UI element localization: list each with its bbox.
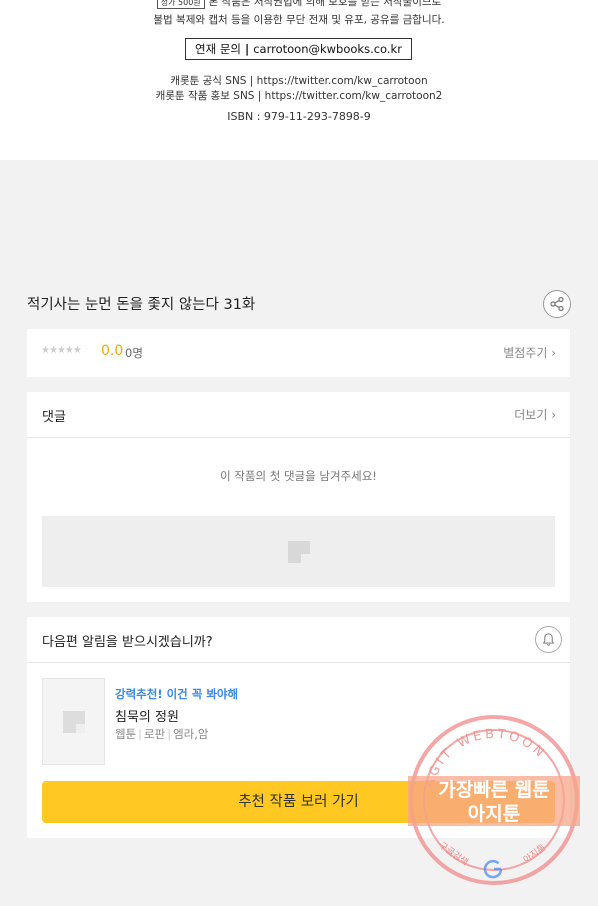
google-g-icon: [483, 859, 503, 879]
watermark-bottom-left: 구글검색: [437, 839, 471, 868]
recommended-title[interactable]: 침묵의 정원: [115, 706, 179, 725]
comments-more-button[interactable]: 더보기 ›: [514, 406, 556, 423]
comment-input[interactable]: [42, 516, 555, 587]
notify-card: 다음편 알림을 받으시겠습니까? 강력추천! 이건 꼭 봐야해 침묵의 정원 웹…: [27, 617, 570, 838]
episode-title: 적기사는 눈먼 돈을 좇지 않는다 31화: [27, 297, 256, 313]
contact-label: 연재 문의: [195, 42, 242, 56]
bell-icon: [543, 633, 554, 646]
comments-card: 댓글 더보기 › 이 작품의 첫 댓글을 남겨주세요!: [27, 392, 570, 602]
recommended-thumbnail[interactable]: [42, 678, 105, 765]
copyright-line-1: 정가 500원 본 작품은 저작권법에 의해 보호를 받는 저작물이므로: [0, 0, 598, 9]
share-icon: [550, 296, 564, 312]
sns-promo[interactable]: 캐롯툰 작품 홍보 SNS | https://twitter.com/kw_c…: [0, 88, 598, 103]
tag: 엠라,암: [173, 727, 209, 741]
rating-card: ★★★★★ 0.0 0명 별점주기 ›: [27, 329, 570, 377]
recommended-tags: 웹툰 | 로판 | 엠라,암: [115, 727, 209, 741]
tag: 웹툰: [115, 727, 137, 741]
comments-title: 댓글: [42, 410, 66, 425]
copyright-text-1: 본 작품은 저작권법에 의해 보호를 받는 저작물이므로: [208, 0, 442, 8]
price-badge: 정가 500원: [156, 0, 205, 9]
rating-count: 0명: [125, 346, 143, 360]
sns-official[interactable]: 캐롯툰 공식 SNS | https://twitter.com/kw_carr…: [0, 73, 598, 88]
comments-header: 댓글 더보기 ›: [27, 392, 570, 438]
rate-button[interactable]: 별점주기 ›: [503, 344, 556, 361]
notify-question: 다음편 알림을 받으시겠습니까?: [42, 635, 213, 650]
isbn: ISBN : 979-11-293-7898-9: [227, 110, 371, 123]
notify-header: 다음편 알림을 받으시겠습니까?: [27, 617, 570, 663]
contact-box: 연재 문의 | carrotoon@kwbooks.co.kr: [185, 38, 412, 60]
go-recommended-button[interactable]: 추천 작품 보러 가기: [42, 781, 555, 823]
tag: 로판: [144, 727, 166, 741]
rating-score: 0.0: [101, 343, 124, 359]
notify-bell-button[interactable]: [535, 626, 562, 653]
copyright-notice: 정가 500원 본 작품은 저작권법에 의해 보호를 받는 저작물이므로 불법 복…: [0, 0, 598, 160]
contact-email[interactable]: carrotoon@kwbooks.co.kr: [253, 42, 402, 56]
empty-comments-message: 이 작품의 첫 댓글을 남겨주세요!: [220, 469, 377, 483]
share-button[interactable]: [543, 290, 571, 318]
image-placeholder-icon: [288, 541, 310, 563]
contact-separator: |: [245, 42, 250, 56]
copyright-line-2: 불법 복제와 캡처 등을 이용한 무단 전재 및 유포, 공유를 금합니다.: [153, 14, 445, 26]
image-placeholder-icon: [63, 711, 85, 733]
rating-stars: ★★★★★: [41, 345, 82, 356]
watermark-bottom-right: 아지툰: [521, 842, 548, 865]
recommend-label: 강력추천! 이건 꼭 봐야해: [115, 687, 239, 701]
